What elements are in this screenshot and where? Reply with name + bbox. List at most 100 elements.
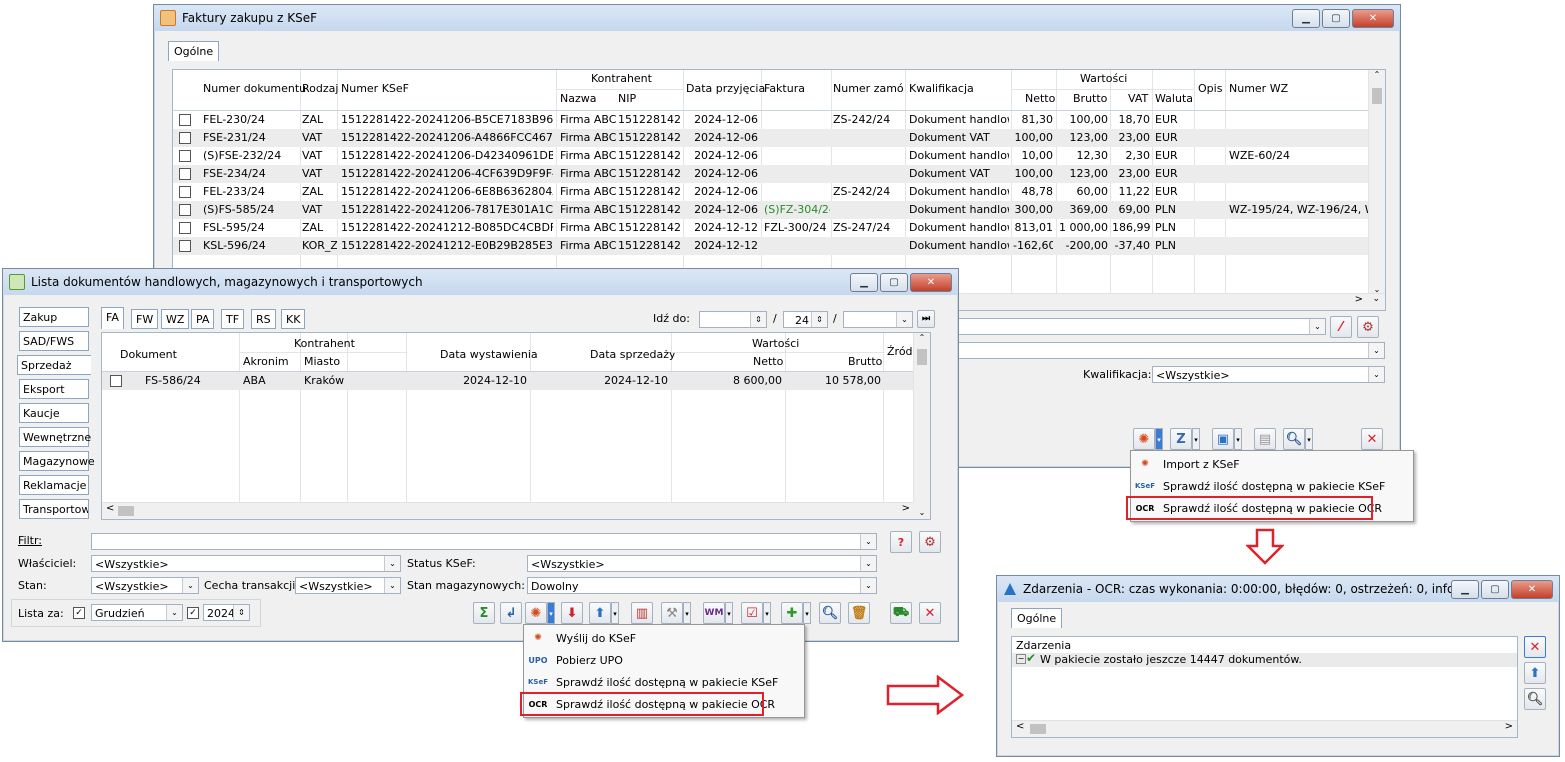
add-dropdown[interactable]: ▾ (803, 602, 811, 624)
close-button[interactable]: ✕ (910, 273, 952, 292)
horizontal-scrollbar[interactable]: < > (102, 502, 914, 519)
close-button[interactable]: ✕ (1352, 9, 1394, 28)
table-row[interactable]: FS-586/24 ABA Kraków 2024-12-10 2024-12-… (102, 372, 914, 390)
sort-dropdown[interactable]: ▾ (1192, 428, 1200, 450)
col-nip[interactable]: NIP (618, 92, 636, 105)
vertical-scrollbar[interactable]: ⌃ ⌄ (913, 333, 930, 519)
kwalifikacja-select[interactable]: <Wszystkie> ⌄ (1152, 366, 1385, 383)
table-row[interactable]: FEL-230/24 ZAL 1512281422-20241206-B5CE718… (173, 111, 1369, 129)
tab-fw[interactable]: FW (131, 309, 159, 329)
tab-ogolne[interactable]: Ogólne (1011, 608, 1063, 628)
year-checkbox[interactable]: ✓ (187, 607, 199, 619)
wm-button[interactable]: WM (703, 602, 725, 624)
table-row[interactable]: (S)FSE-232/24 VAT 1512281422-20241206-D423… (173, 147, 1369, 165)
documents-dropdown[interactable]: ▾ (1234, 428, 1242, 450)
owner-field[interactable]: ⌄ (954, 342, 1385, 359)
col-netto[interactable]: Netto (1025, 92, 1055, 105)
menu-item-check-ksef[interactable]: KSeF Sprawdź ilość dostępną w pakiecie K… (524, 671, 804, 693)
tab-ogolne[interactable]: Ogólne (168, 41, 220, 61)
row-checkbox[interactable] (179, 132, 191, 144)
sort-button[interactable]: Z (1170, 428, 1192, 450)
maximize-button[interactable]: ▢ (880, 273, 908, 292)
row-checkbox[interactable] (179, 114, 191, 126)
col-numer-ksef[interactable]: Numer KSeF (341, 82, 409, 95)
horizontal-scrollbar[interactable]: < > (1012, 720, 1517, 737)
row-checkbox[interactable] (179, 168, 191, 180)
row-checkbox[interactable] (179, 186, 191, 198)
search-button[interactable]: 🔍︎ (1283, 428, 1305, 450)
wlasciciel-select[interactable]: <Wszystkie> ⌄ (91, 555, 401, 572)
close-window-button[interactable]: ✕ (1361, 428, 1383, 450)
row-checkbox[interactable] (179, 150, 191, 162)
stan-select[interactable]: <Wszystkie> ⌄ (91, 577, 199, 594)
col-rodzaj[interactable]: Rodzaj (302, 82, 338, 95)
status-ksef-select[interactable]: <Wszystkie> ⌄ (527, 555, 877, 572)
row-checkbox[interactable] (179, 240, 191, 252)
col-faktura[interactable]: Faktura (764, 82, 805, 95)
filter-builder-button[interactable]: ⚙ (1357, 316, 1379, 338)
row-checkbox[interactable] (110, 375, 122, 387)
col-miasto[interactable]: Miasto (304, 355, 340, 368)
add-button[interactable]: ✚ (781, 602, 803, 624)
minimize-button[interactable]: ▁ (850, 273, 878, 292)
export-button[interactable]: ↲ (500, 602, 522, 624)
sidebar-item-kaucje[interactable]: Kaucje (19, 403, 89, 423)
menu-item-check-ksef[interactable]: KSeF Sprawdź ilość dostępną w pakiecie K… (1131, 475, 1413, 497)
ksef-import-button[interactable]: ✺ (1133, 428, 1155, 450)
tab-rs[interactable]: RS (251, 309, 276, 329)
month-checkbox[interactable]: ✓ (73, 607, 85, 619)
search-events-button[interactable]: 🔍︎ (1524, 688, 1546, 710)
vertical-scrollbar[interactable]: ⌃ ⌄ (1368, 70, 1385, 294)
col-numer-dokumentu[interactable]: Numer dokumentu (203, 82, 306, 95)
link-button[interactable]: ▤ (1254, 428, 1276, 450)
table-row[interactable]: (S)FS-585/24 VAT 1512281422-20241206-7817E… (173, 201, 1369, 219)
tab-kk[interactable]: KK (281, 309, 306, 329)
minimize-button[interactable]: ▁ (1292, 9, 1320, 28)
filter-field[interactable]: ⌄ (954, 318, 1326, 335)
minimize-button[interactable]: ▁ (1451, 580, 1479, 599)
col-kwalifikacja[interactable]: Kwalifikacja (909, 82, 974, 95)
row-checkbox[interactable] (179, 222, 191, 234)
goto-number-field[interactable]: ⇕ (699, 311, 767, 328)
col-brutto[interactable]: Brutto (848, 355, 882, 368)
cecha-select[interactable]: <Wszystkie> ⌄ (295, 577, 401, 594)
ksef-receive-button[interactable]: ⬇ (561, 602, 583, 624)
ksef-upload-dropdown[interactable]: ▾ (611, 602, 619, 624)
ksef-send-button[interactable]: ✺ (525, 602, 547, 624)
approve-dropdown[interactable]: ▾ (763, 602, 771, 624)
col-data-sprzedazy[interactable]: Data sprzedaży (590, 348, 676, 361)
filtr-field[interactable]: ⌄ (91, 533, 877, 550)
table-row[interactable]: FEL-233/24 ZAL 1512281422-20241206-6E8B636… (173, 183, 1369, 201)
year-field[interactable]: 2024 ⇕ (203, 604, 250, 621)
tools-dropdown[interactable]: ▾ (683, 602, 691, 624)
documents-button[interactable]: ▣ (1212, 428, 1234, 450)
tab-pa[interactable]: PA (191, 309, 215, 329)
close-button[interactable]: ✕ (1511, 580, 1553, 599)
search-button[interactable]: 🔍︎ (819, 602, 841, 624)
ksef-upload-button[interactable]: ⬆ (589, 602, 611, 624)
clear-filter-button[interactable]: ⁄ (1330, 316, 1352, 338)
month-select[interactable]: Grudzień ⌄ (91, 604, 183, 621)
col-dokument[interactable]: Dokument (120, 348, 177, 361)
col-data-przyjecia[interactable]: Data przyjęcia (686, 82, 765, 95)
maximize-button[interactable]: ▢ (1481, 580, 1509, 599)
search-dropdown[interactable]: ▾ (1305, 428, 1313, 450)
tab-fa[interactable]: FA (101, 307, 124, 329)
export-events-button[interactable]: ⬆ (1524, 662, 1546, 684)
close-events-button[interactable]: ✕ (1524, 636, 1546, 658)
table-row[interactable]: FSE-234/24 VAT 1512281422-20241206-4CF639D… (173, 165, 1369, 183)
goto-month-select[interactable]: ⌄ (843, 311, 913, 328)
sidebar-item-eksport[interactable]: Eksport (19, 379, 89, 399)
stan-mag-select[interactable]: Dowolny ⌄ (527, 577, 877, 594)
col-numer-wz[interactable]: Numer WZ (1229, 82, 1288, 95)
tab-tf[interactable]: TF (221, 309, 245, 329)
collapse-icon[interactable]: − (1016, 654, 1026, 664)
delete-button[interactable]: 🗑︎ (848, 602, 870, 624)
sidebar-item-reklamacje[interactable]: Reklamacje (19, 475, 89, 495)
table-row[interactable]: FSE-231/24 VAT 1512281422-20241206-A4866FC… (173, 129, 1369, 147)
menu-item-get-upo[interactable]: UPO Pobierz UPO (524, 649, 804, 671)
sidebar-item-zakup[interactable]: Zakup (19, 307, 89, 327)
columns-button[interactable]: ▥ (631, 602, 653, 624)
ksef-send-dropdown[interactable]: ▾ (547, 602, 555, 624)
truck-button[interactable]: ⛟ (890, 602, 912, 624)
